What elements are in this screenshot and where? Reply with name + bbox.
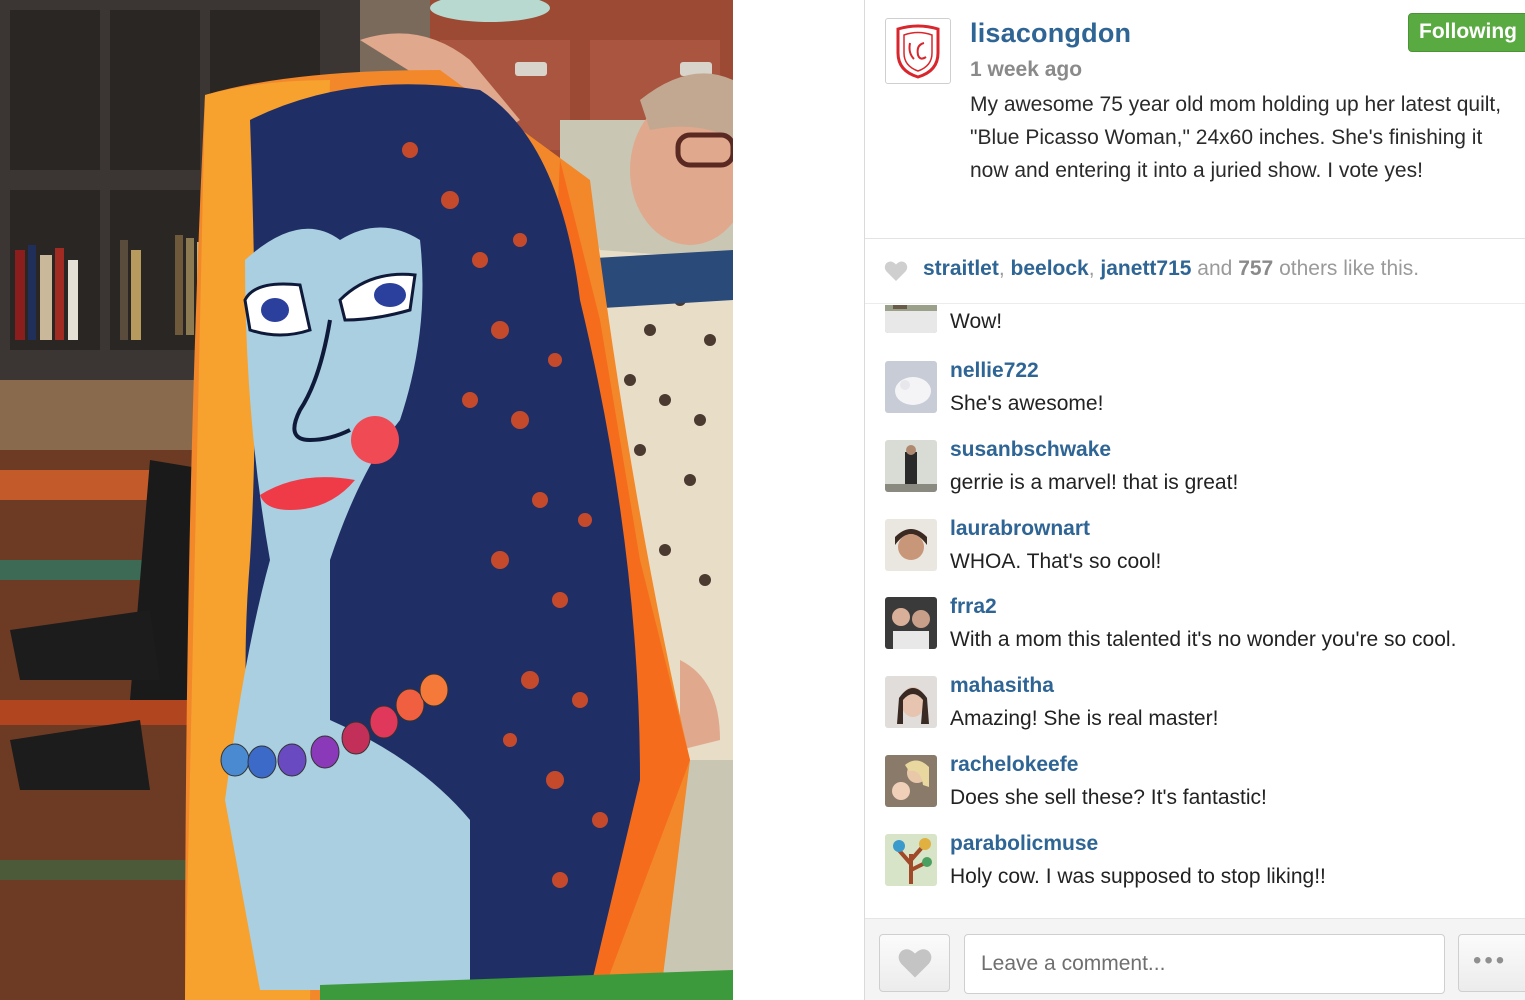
likes-summary: straitlet, beelock, janett715 and 757 ot… (865, 240, 1525, 304)
comment-input[interactable] (964, 934, 1445, 994)
author-logo-icon (896, 24, 940, 79)
heart-icon (898, 949, 931, 978)
commenter-avatar[interactable] (885, 440, 937, 492)
commenter-avatar[interactable] (885, 597, 937, 649)
likes-count[interactable]: 757 (1238, 257, 1273, 280)
commenter-username[interactable]: laurabrownart (950, 517, 1090, 541)
comment-text: Holy cow. I was supposed to stop liking!… (950, 865, 1326, 888)
commenter-username[interactable]: susanbschwake (950, 438, 1111, 462)
commenter-username[interactable]: rachelokeefe (950, 753, 1078, 777)
comment-item: frra2 With a mom this talented it's no w… (865, 595, 1525, 665)
commenter-avatar[interactable] (885, 361, 937, 413)
comment-text: Wow! (950, 310, 1003, 333)
liker-link[interactable]: janett715 (1100, 257, 1191, 280)
comment-text: Does she sell these? It's fantastic! (950, 786, 1267, 809)
comment-item: parabolicmuse Holy cow. I was supposed t… (865, 832, 1525, 902)
like-button[interactable] (879, 934, 950, 992)
comments-list[interactable]: Wow! nellie722 She's awesome! susanbschw… (865, 305, 1525, 917)
commenter-avatar[interactable] (885, 834, 937, 886)
comment-footer: ••• (865, 918, 1525, 1000)
commenter-avatar[interactable] (885, 519, 937, 571)
liker-link[interactable]: beelock (1011, 257, 1089, 280)
commenter-avatar[interactable] (885, 676, 937, 728)
comment-item: laurabrownart WHOA. That's so cool! (865, 517, 1525, 587)
post-timestamp[interactable]: 1 week ago (970, 58, 1082, 82)
liker-link[interactable]: straitlet (923, 257, 999, 280)
comment-text: She's awesome! (950, 392, 1104, 415)
more-options-button[interactable]: ••• (1458, 934, 1525, 992)
commenter-avatar[interactable] (885, 755, 937, 807)
photo-gap (733, 0, 864, 1000)
post-caption: My awesome 75 year old mom holding up he… (970, 93, 1502, 182)
comment-item: susanbschwake gerrie is a marvel! that i… (865, 438, 1525, 508)
comment-item: mahasitha Amazing! She is real master! (865, 674, 1525, 744)
commenter-username[interactable]: parabolicmuse (950, 832, 1098, 856)
commenter-username[interactable]: nellie722 (950, 359, 1039, 383)
heart-icon (884, 261, 908, 281)
post-header: lisacongdon 1 week ago My awesome 75 yea… (865, 0, 1525, 239)
comment-text: With a mom this talented it's no wonder … (950, 628, 1457, 651)
comment-text: WHOA. That's so cool! (950, 550, 1162, 573)
comment-text: gerrie is a marvel! that is great! (950, 471, 1239, 494)
likes-text: straitlet, beelock, janett715 and 757 ot… (923, 257, 1420, 280)
author-username[interactable]: lisacongdon (970, 18, 1131, 49)
commenter-username[interactable]: mahasitha (950, 674, 1054, 698)
commenter-username[interactable]: frra2 (950, 595, 997, 619)
author-avatar[interactable] (885, 18, 951, 84)
following-button[interactable]: Following (1408, 13, 1525, 52)
commenter-avatar[interactable] (885, 305, 937, 333)
post-details-panel: lisacongdon 1 week ago My awesome 75 yea… (865, 0, 1525, 1000)
comment-item: nellie722 She's awesome! (865, 359, 1525, 429)
comment-text: Amazing! She is real master! (950, 707, 1219, 730)
post-photo[interactable] (0, 0, 733, 1000)
comment-item: rachelokeefe Does she sell these? It's f… (865, 753, 1525, 823)
